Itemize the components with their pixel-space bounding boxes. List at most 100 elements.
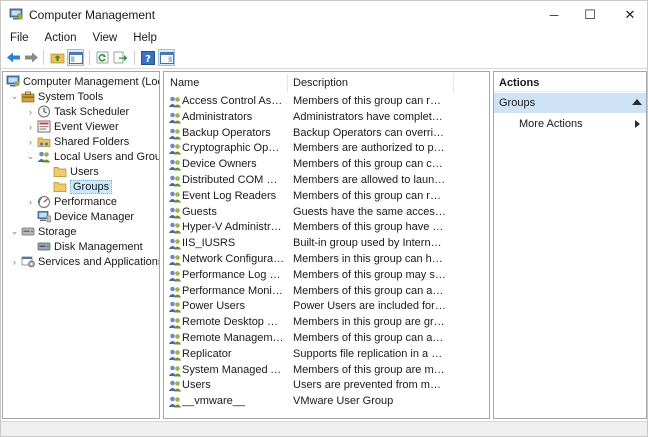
tree-item-services-applications[interactable]: Services and Applications bbox=[21, 254, 159, 269]
tree-item-computer-management[interactable]: Computer Management (Local) bbox=[6, 74, 159, 89]
tree-item-storage[interactable]: Storage bbox=[21, 224, 77, 239]
tree-item-groups[interactable]: Groups bbox=[53, 179, 113, 194]
tree-item-shared-folders[interactable]: Shared Folders bbox=[37, 134, 129, 149]
more-actions-item[interactable]: More Actions bbox=[494, 115, 646, 133]
tree-item-system-tools[interactable]: System Tools bbox=[21, 89, 103, 104]
forward-button[interactable] bbox=[23, 49, 40, 66]
toolbar-separator bbox=[89, 50, 90, 65]
close-button[interactable]: ✕ bbox=[607, 1, 647, 29]
menu-file[interactable]: File bbox=[1, 32, 36, 44]
group-row[interactable]: Power Users Power Users are included for … bbox=[164, 299, 489, 315]
group-icon bbox=[168, 159, 182, 171]
back-button[interactable] bbox=[5, 49, 22, 66]
group-row[interactable]: Backup Operators Backup Operators can ove… bbox=[164, 126, 489, 142]
expand-collapse-icon[interactable]: ⌄ bbox=[26, 149, 35, 164]
collapse-caret-icon[interactable] bbox=[632, 99, 642, 105]
column-divider[interactable] bbox=[453, 74, 454, 92]
menu-view[interactable]: View bbox=[84, 32, 125, 44]
menu-help[interactable]: Help bbox=[124, 32, 164, 44]
group-row[interactable]: __vmware__ VMware User Group bbox=[164, 394, 489, 410]
more-actions-label: More Actions bbox=[519, 118, 583, 130]
group-description: Members of this group may sched... bbox=[293, 268, 447, 281]
group-name: Performance Log Users bbox=[182, 268, 285, 281]
expand-icon[interactable]: › bbox=[26, 104, 35, 119]
groups-list-pane: Name Description Access Control Assista.… bbox=[163, 71, 490, 419]
group-description: Built-in group used by Internet Inf... bbox=[293, 237, 447, 250]
group-description: Supports file replication in a doma... bbox=[293, 347, 447, 360]
expand-icon[interactable]: › bbox=[26, 134, 35, 149]
up-one-level-button[interactable] bbox=[49, 49, 66, 66]
group-row[interactable]: Performance Log Users Members of this gro… bbox=[164, 268, 489, 284]
actions-header: Actions bbox=[494, 74, 646, 92]
show-hide-action-pane-button[interactable] bbox=[158, 49, 175, 66]
group-name: Hyper-V Administrators bbox=[182, 221, 285, 234]
storage-icon bbox=[21, 227, 35, 236]
tree-item-device-manager[interactable]: Device Manager bbox=[37, 209, 134, 224]
expand-icon[interactable]: › bbox=[26, 194, 35, 209]
group-row[interactable]: IIS_IUSRS Built-in group used by Internet… bbox=[164, 236, 489, 252]
group-row[interactable]: Remote Management ... Members of this gro… bbox=[164, 331, 489, 347]
refresh-button[interactable] bbox=[94, 49, 111, 66]
group-row[interactable]: Performance Monitor ... Members of this g… bbox=[164, 284, 489, 300]
actions-group-title: Groups bbox=[499, 97, 536, 109]
tree-item-task-scheduler[interactable]: Task Scheduler bbox=[37, 104, 129, 119]
folder-icon bbox=[53, 167, 67, 177]
clock-icon bbox=[38, 105, 50, 118]
group-icon bbox=[168, 381, 182, 392]
tree-item-performance[interactable]: Performance bbox=[37, 194, 117, 209]
group-row[interactable]: Device Owners Members of this group can c… bbox=[164, 157, 489, 173]
group-row[interactable]: Hyper-V Administrators Members of this gr… bbox=[164, 220, 489, 236]
group-description: Users are prevented from making ... bbox=[293, 379, 447, 392]
expand-icon[interactable]: › bbox=[10, 254, 19, 269]
column-header-description[interactable]: Description bbox=[293, 72, 453, 94]
group-row[interactable]: Administrators Administrators have comple… bbox=[164, 110, 489, 126]
group-description: Members are authorized to perfor... bbox=[293, 142, 447, 155]
expand-collapse-icon[interactable]: ⌄ bbox=[10, 89, 19, 104]
group-icon bbox=[168, 317, 182, 329]
group-row[interactable]: Remote Desktop Users Members in this grou… bbox=[164, 315, 489, 331]
group-row[interactable]: Network Configuratio... Members in this g… bbox=[164, 252, 489, 268]
help-button[interactable]: ? bbox=[139, 49, 156, 66]
group-name: __vmware__ bbox=[182, 395, 245, 408]
group-icon bbox=[168, 128, 182, 140]
show-hide-console-tree-button[interactable] bbox=[67, 49, 84, 66]
tree-item-disk-management[interactable]: Disk Management bbox=[37, 239, 143, 254]
column-divider[interactable] bbox=[287, 74, 288, 92]
group-name: Replicator bbox=[182, 347, 232, 360]
actions-group-groups[interactable]: Groups bbox=[494, 93, 646, 113]
submenu-arrow-icon bbox=[635, 120, 640, 128]
expand-collapse-icon[interactable]: ⌄ bbox=[10, 224, 19, 239]
tree-label-device-manager: Device Manager bbox=[54, 210, 135, 223]
group-row[interactable]: Access Control Assista... Members of this… bbox=[164, 94, 489, 110]
column-header-name[interactable]: Name bbox=[170, 72, 288, 94]
group-name: Remote Desktop Users bbox=[182, 316, 285, 329]
group-row[interactable]: Guests Guests have the same access as m..… bbox=[164, 205, 489, 221]
tree-label-disk-management: Disk Management bbox=[54, 240, 143, 253]
group-row[interactable]: Users Users are prevented from making ... bbox=[164, 378, 489, 394]
group-name: Administrators bbox=[182, 110, 253, 123]
menu-action[interactable]: Action bbox=[36, 32, 84, 44]
tree-label-event-viewer: Event Viewer bbox=[54, 120, 119, 133]
window-title: Computer Management bbox=[29, 8, 156, 22]
export-list-button[interactable] bbox=[112, 49, 129, 66]
group-row[interactable]: Cryptographic Operat... Members are autho… bbox=[164, 141, 489, 157]
group-description: Members of this group can remot... bbox=[293, 95, 447, 107]
tree-item-local-users-groups[interactable]: Local Users and Groups bbox=[37, 149, 159, 164]
group-description: Power Users are included for back... bbox=[293, 300, 447, 313]
group-row[interactable]: Distributed COM Users Members are allowed… bbox=[164, 173, 489, 189]
group-name: Performance Monitor ... bbox=[182, 284, 285, 297]
tree-item-event-viewer[interactable]: Event Viewer bbox=[37, 119, 119, 134]
group-row[interactable]: System Managed Acco... Members of this gr… bbox=[164, 363, 489, 379]
group-icon bbox=[168, 112, 182, 124]
group-name: Users bbox=[182, 379, 211, 392]
toolbar: ? bbox=[1, 47, 647, 69]
group-row[interactable]: Replicator Supports file replication in a… bbox=[164, 347, 489, 363]
actions-pane: Actions Groups More Actions bbox=[493, 71, 647, 419]
help-icon: ? bbox=[140, 50, 155, 65]
tree-item-users[interactable]: Users bbox=[53, 164, 99, 179]
group-row[interactable]: Event Log Readers Members of this group c… bbox=[164, 189, 489, 205]
disk-management-icon bbox=[37, 242, 51, 251]
users-group-icon bbox=[37, 151, 51, 163]
show-hide-console-tree-icon bbox=[68, 51, 83, 64]
expand-icon[interactable]: › bbox=[26, 119, 35, 134]
